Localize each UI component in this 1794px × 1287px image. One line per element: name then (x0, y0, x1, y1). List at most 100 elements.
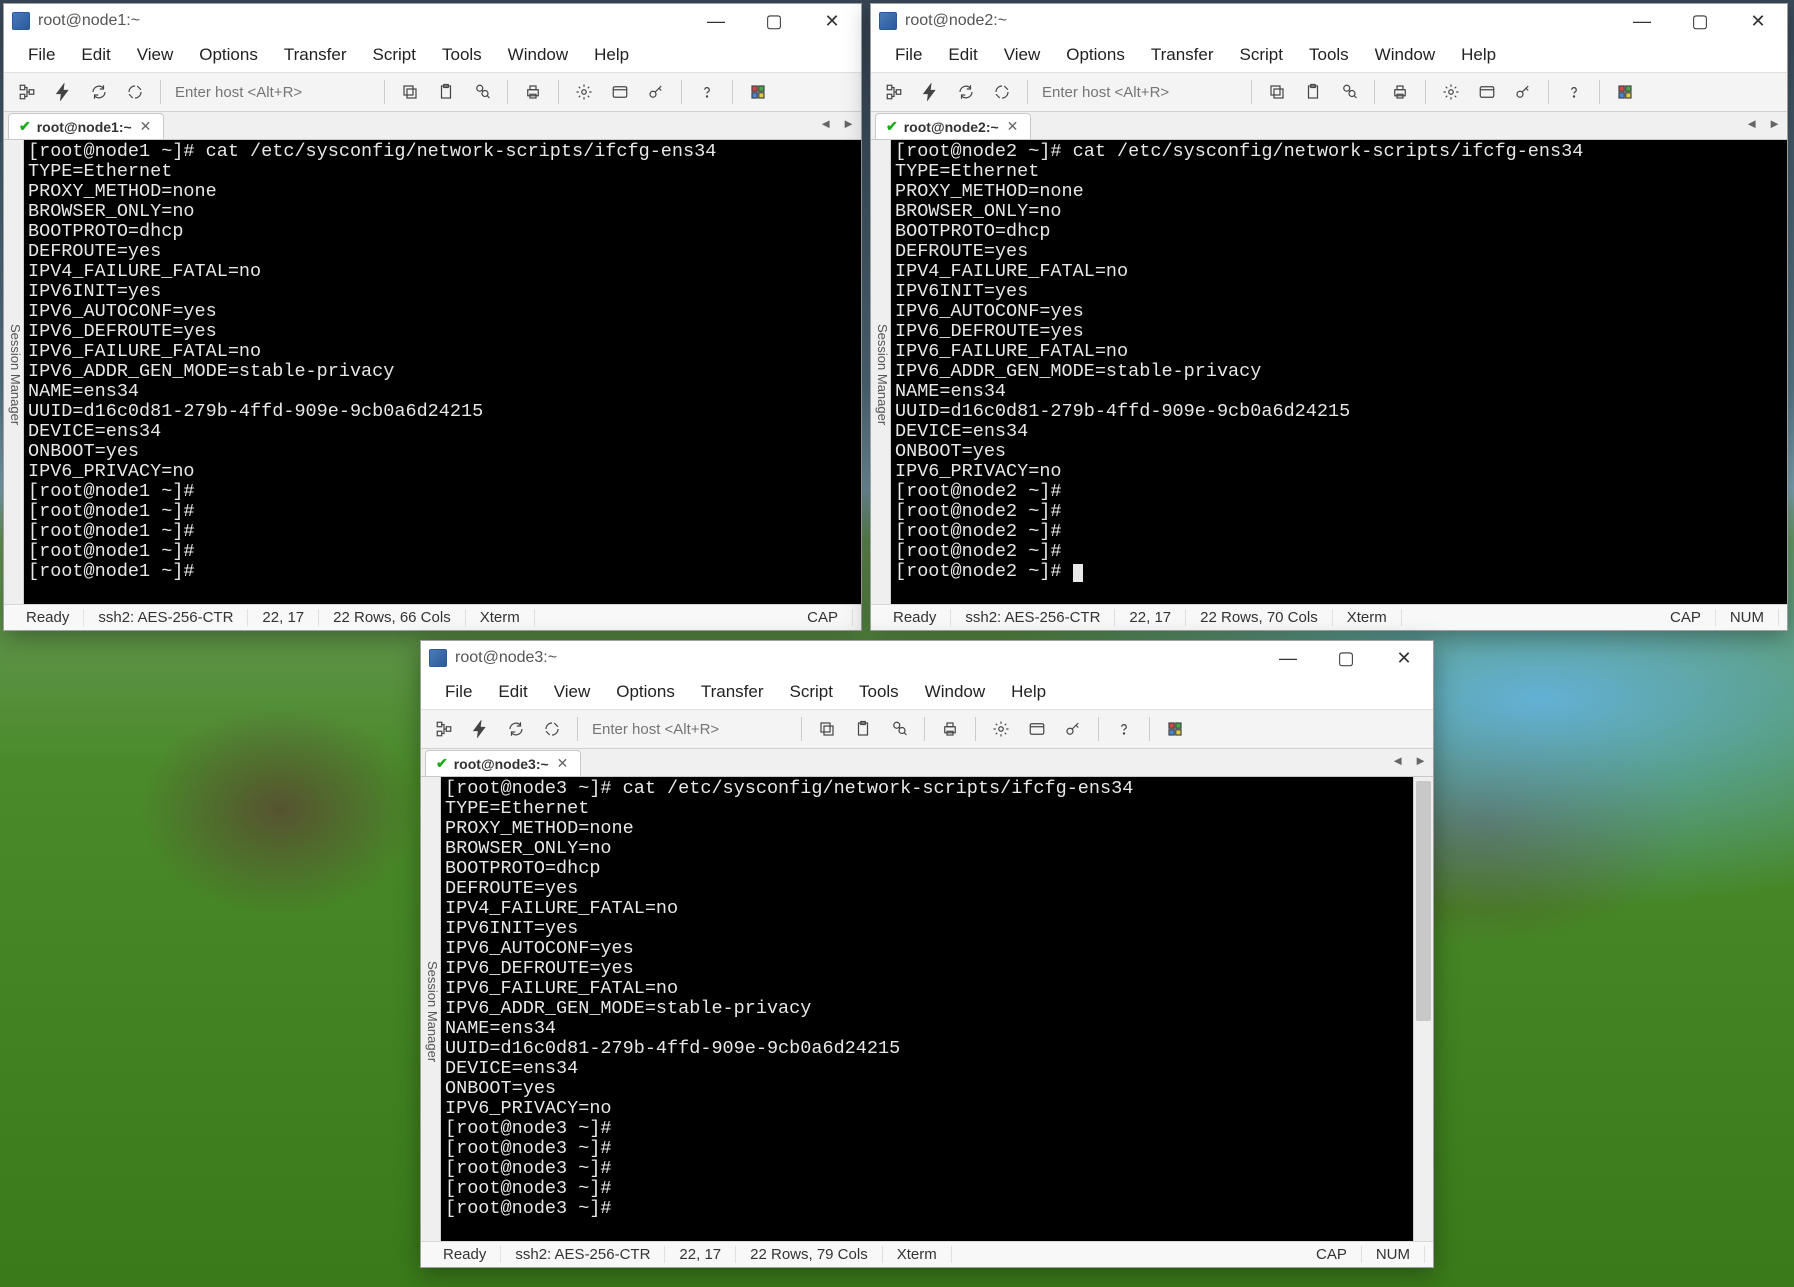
print-icon[interactable] (935, 714, 965, 744)
menu-help[interactable]: Help (1001, 678, 1056, 706)
copy-icon[interactable] (395, 77, 425, 107)
menu-edit[interactable]: Edit (71, 41, 120, 69)
key-icon[interactable] (1058, 714, 1088, 744)
scrollbar[interactable] (1413, 777, 1433, 1241)
tab-next-icon[interactable]: ► (1414, 753, 1427, 768)
menu-script[interactable]: Script (1230, 41, 1293, 69)
copy-icon[interactable] (812, 714, 842, 744)
help-icon[interactable] (1109, 714, 1139, 744)
maximize-button[interactable]: ▢ (745, 4, 803, 38)
host-input[interactable] (1038, 79, 1241, 105)
settings-icon[interactable] (569, 77, 599, 107)
session-tab[interactable]: ✔ root@node2:~ ✕ (875, 113, 1031, 139)
paste-icon[interactable] (431, 77, 461, 107)
menu-transfer[interactable]: Transfer (274, 41, 357, 69)
maximize-button[interactable]: ▢ (1671, 4, 1729, 38)
minimize-button[interactable]: — (1613, 4, 1671, 38)
reconnect-icon[interactable] (84, 77, 114, 107)
menu-window[interactable]: Window (498, 41, 578, 69)
disconnect-icon[interactable] (537, 714, 567, 744)
help-icon[interactable] (1559, 77, 1589, 107)
tab-close-icon[interactable]: ✕ (555, 755, 571, 772)
menu-edit[interactable]: Edit (938, 41, 987, 69)
session-tree-icon[interactable] (429, 714, 459, 744)
settings-icon[interactable] (986, 714, 1016, 744)
close-button[interactable]: ✕ (803, 4, 861, 38)
menu-script[interactable]: Script (780, 678, 843, 706)
find-icon[interactable] (467, 77, 497, 107)
menu-help[interactable]: Help (1451, 41, 1506, 69)
minimize-button[interactable]: — (1259, 641, 1317, 675)
tab-prev-icon[interactable]: ◄ (819, 116, 832, 131)
help-icon[interactable] (692, 77, 722, 107)
session-options-icon[interactable] (1472, 77, 1502, 107)
settings-icon[interactable] (1436, 77, 1466, 107)
menu-options[interactable]: Options (606, 678, 685, 706)
host-input[interactable] (171, 79, 374, 105)
reconnect-icon[interactable] (501, 714, 531, 744)
close-button[interactable]: ✕ (1375, 641, 1433, 675)
menu-tools[interactable]: Tools (849, 678, 909, 706)
disconnect-icon[interactable] (987, 77, 1017, 107)
terminal[interactable]: [root@node3 ~]# cat /etc/sysconfig/netwo… (441, 777, 1413, 1241)
paste-icon[interactable] (848, 714, 878, 744)
session-tab[interactable]: ✔ root@node1:~ ✕ (8, 113, 164, 139)
quick-connect-icon[interactable] (48, 77, 78, 107)
quick-connect-icon[interactable] (465, 714, 495, 744)
minimize-button[interactable]: — (687, 4, 745, 38)
tab-close-icon[interactable]: ✕ (1005, 118, 1021, 135)
menu-file[interactable]: File (435, 678, 482, 706)
menu-view[interactable]: View (127, 41, 184, 69)
session-tree-icon[interactable] (12, 77, 42, 107)
menu-view[interactable]: View (544, 678, 601, 706)
tab-prev-icon[interactable]: ◄ (1745, 116, 1758, 131)
color-toggle-icon[interactable] (1610, 77, 1640, 107)
session-manager-strip[interactable]: Session Manager (4, 140, 24, 604)
scrollbar-thumb[interactable] (1416, 781, 1431, 1021)
maximize-button[interactable]: ▢ (1317, 641, 1375, 675)
titlebar[interactable]: root@node3:~ — ▢ ✕ (421, 641, 1433, 675)
close-button[interactable]: ✕ (1729, 4, 1787, 38)
quick-connect-icon[interactable] (915, 77, 945, 107)
menu-file[interactable]: File (18, 41, 65, 69)
titlebar[interactable]: root@node1:~ — ▢ ✕ (4, 4, 861, 38)
copy-icon[interactable] (1262, 77, 1292, 107)
menu-window[interactable]: Window (1365, 41, 1445, 69)
menu-edit[interactable]: Edit (488, 678, 537, 706)
color-toggle-icon[interactable] (1160, 714, 1190, 744)
print-icon[interactable] (1385, 77, 1415, 107)
menu-file[interactable]: File (885, 41, 932, 69)
menu-help[interactable]: Help (584, 41, 639, 69)
session-tab[interactable]: ✔ root@node3:~ ✕ (425, 750, 581, 776)
color-toggle-icon[interactable] (743, 77, 773, 107)
menu-options[interactable]: Options (189, 41, 268, 69)
key-icon[interactable] (1508, 77, 1538, 107)
terminal[interactable]: [root@node1 ~]# cat /etc/sysconfig/netwo… (24, 140, 861, 604)
menu-script[interactable]: Script (363, 41, 426, 69)
terminal[interactable]: [root@node2 ~]# cat /etc/sysconfig/netwo… (891, 140, 1787, 604)
menu-tools[interactable]: Tools (1299, 41, 1359, 69)
session-manager-strip[interactable]: Session Manager (421, 777, 441, 1241)
menu-window[interactable]: Window (915, 678, 995, 706)
menu-transfer[interactable]: Transfer (1141, 41, 1224, 69)
menu-options[interactable]: Options (1056, 41, 1135, 69)
titlebar[interactable]: root@node2:~ — ▢ ✕ (871, 4, 1787, 38)
host-input[interactable] (588, 716, 791, 742)
tab-next-icon[interactable]: ► (842, 116, 855, 131)
paste-icon[interactable] (1298, 77, 1328, 107)
disconnect-icon[interactable] (120, 77, 150, 107)
find-icon[interactable] (884, 714, 914, 744)
reconnect-icon[interactable] (951, 77, 981, 107)
tab-next-icon[interactable]: ► (1768, 116, 1781, 131)
menu-tools[interactable]: Tools (432, 41, 492, 69)
find-icon[interactable] (1334, 77, 1364, 107)
key-icon[interactable] (641, 77, 671, 107)
menu-transfer[interactable]: Transfer (691, 678, 774, 706)
print-icon[interactable] (518, 77, 548, 107)
tab-prev-icon[interactable]: ◄ (1391, 753, 1404, 768)
session-tree-icon[interactable] (879, 77, 909, 107)
session-manager-strip[interactable]: Session Manager (871, 140, 891, 604)
tab-close-icon[interactable]: ✕ (138, 118, 154, 135)
session-options-icon[interactable] (1022, 714, 1052, 744)
menu-view[interactable]: View (994, 41, 1051, 69)
